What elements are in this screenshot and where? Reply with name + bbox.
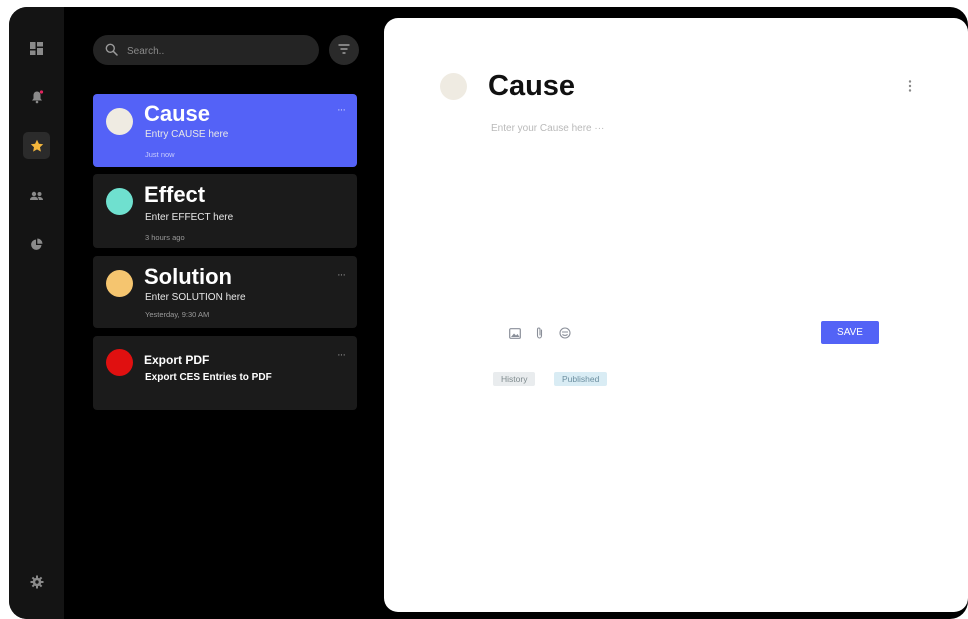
image-icon[interactable] <box>509 326 521 344</box>
tag-history[interactable]: History <box>493 372 536 386</box>
entry-timestamp: 3 hours ago <box>145 233 185 242</box>
entry-title: Solution <box>144 264 232 289</box>
attachment-icon[interactable] <box>535 326 544 344</box>
kebab-menu-icon <box>908 79 912 96</box>
entry-timestamp: Just now <box>145 150 175 159</box>
editor-placeholder[interactable]: Enter your Cause here ··· <box>491 123 604 134</box>
entry-subtitle: Enter SOLUTION here <box>145 292 246 303</box>
entry-more-button[interactable]: ··· <box>337 269 346 281</box>
search-input[interactable] <box>125 41 309 61</box>
entry-subtitle: Entry CAUSE here <box>145 129 229 140</box>
team-button[interactable] <box>23 182 50 209</box>
entry-card-effect[interactable]: Effect Enter EFFECT here 3 hours ago <box>93 174 357 248</box>
entry-more-button[interactable]: ··· <box>337 349 346 361</box>
settings-button[interactable] <box>23 568 50 595</box>
entry-card-solution[interactable]: Solution Enter SOLUTION here Yesterday, … <box>93 256 357 328</box>
analytics-button[interactable] <box>23 231 50 258</box>
search-bar[interactable] <box>93 35 319 65</box>
entry-title: Export PDF <box>144 353 210 367</box>
more-options-button[interactable] <box>904 78 916 96</box>
pie-chart-icon <box>30 238 43 251</box>
bell-icon <box>30 89 44 104</box>
users-icon <box>29 190 44 202</box>
entry-color-dot <box>106 188 133 215</box>
entry-color-dot <box>106 270 133 297</box>
dashboard-button[interactable] <box>23 35 50 62</box>
entry-card-export-pdf[interactable]: Export PDF Export CES Entries to PDF ··· <box>93 336 357 410</box>
star-icon <box>30 139 44 153</box>
entry-subtitle: Enter EFFECT here <box>145 212 234 223</box>
entry-color-dot <box>440 73 467 100</box>
entry-title: Effect <box>144 182 206 207</box>
notifications-button[interactable] <box>23 83 50 110</box>
dashboard-icon <box>30 42 43 55</box>
favorites-button[interactable] <box>23 132 50 159</box>
entry-timestamp: Yesterday, 9:30 AM <box>145 310 210 319</box>
entry-card-cause[interactable]: Cause Entry CAUSE here Just now ··· <box>93 94 357 167</box>
entry-more-button[interactable]: ··· <box>337 104 346 116</box>
tag-published[interactable]: Published <box>554 372 608 386</box>
app-window: Cause Entry CAUSE here Just now ··· Effe… <box>9 7 968 619</box>
editor-title: Cause <box>488 70 576 102</box>
icon-sidebar <box>9 7 64 619</box>
search-icon <box>105 43 118 61</box>
save-button[interactable]: SAVE <box>821 321 879 344</box>
editor-panel: Cause Enter your Cause here ··· SAVE His… <box>384 18 968 612</box>
gear-icon <box>30 575 44 589</box>
filter-button[interactable] <box>329 35 359 65</box>
entry-subtitle: Export CES Entries to PDF <box>145 372 272 383</box>
entry-title: Cause <box>144 101 211 126</box>
emoji-icon[interactable] <box>559 326 571 344</box>
filter-icon <box>338 41 350 59</box>
entry-color-dot <box>106 349 133 376</box>
entry-color-dot <box>106 108 133 135</box>
